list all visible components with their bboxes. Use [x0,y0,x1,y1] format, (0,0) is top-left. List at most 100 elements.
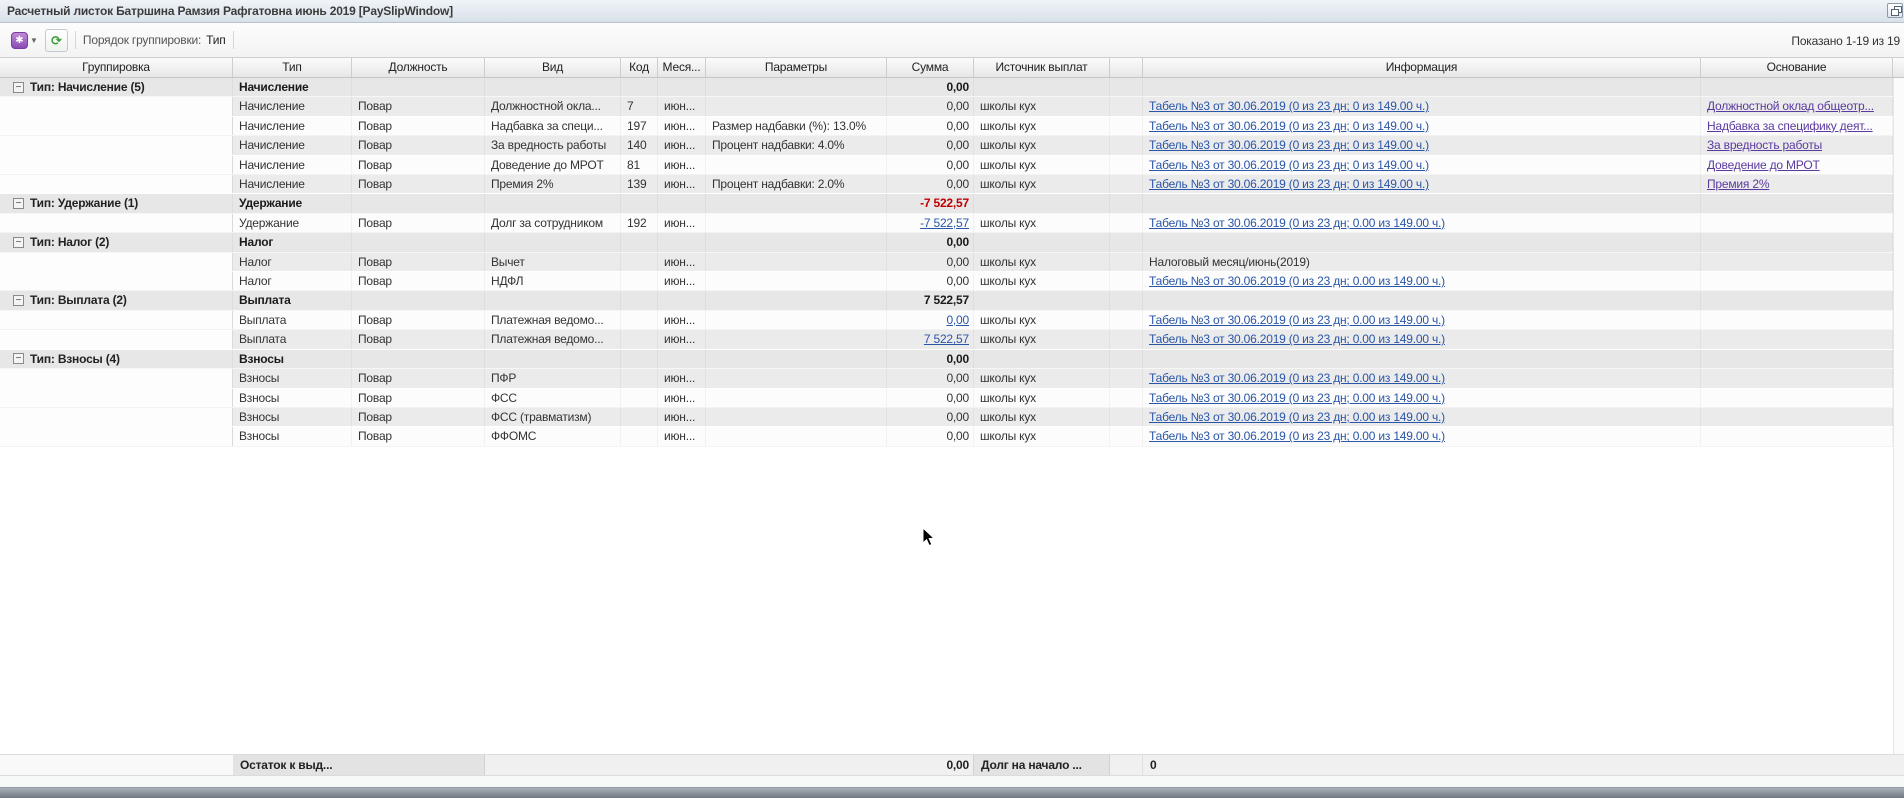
info-cell: Табель №3 от 30.06.2019 (0 из 23 дн; 0 и… [1143,155,1701,175]
code-cell [621,310,658,330]
sum-cell: 0,00 [887,427,974,446]
collapse-minus-icon[interactable]: − [13,295,24,307]
actions-menu-button[interactable]: ✱ ▼ [8,29,41,51]
empty-cell [658,78,706,97]
table-row[interactable]: Начисление Повар Премия 2% 139 июн... Процент… [0,175,1893,195]
column-header-12[interactable]: Основание [1701,58,1893,77]
collapse-minus-icon[interactable]: − [13,81,24,93]
collapse-minus-icon[interactable]: − [13,353,24,365]
column-header-9[interactable]: Источник выплат [974,58,1110,77]
position-cell: Повар [352,272,485,291]
summary-bar: Остаток к выд... 0,00 Долг на начало ...… [0,754,1904,776]
spacer-cell [1110,116,1143,136]
table-row[interactable]: Удержание Повар Долг за сотрудником 192 июн.… [0,213,1893,234]
parameters-cell [706,407,887,427]
basis-link[interactable]: Премия 2% [1707,177,1770,191]
payment-source-cell: школы кух [974,97,1110,116]
grouping-cell [0,175,233,194]
refresh-button[interactable]: ⟳ [44,28,68,52]
table-row[interactable]: Взносы Повар ФСС июн... 0,00 школы кух Табель … [0,388,1893,408]
summary-spacer [485,755,887,775]
collapse-minus-icon[interactable]: − [13,198,24,210]
table-row[interactable]: Налог Повар Вычет июн... 0,00 школы кух Налого… [0,252,1893,273]
table-row[interactable]: Взносы Повар ФФОМС июн... 0,00 школы кух Табел… [0,427,1893,447]
empty-cell [485,78,621,97]
parameters-cell [706,330,887,349]
column-header-8[interactable]: Сумма [887,58,974,77]
timesheet-link[interactable]: Табель №3 от 30.06.2019 (0 из 23 дн; 0.0… [1149,313,1445,327]
table-row[interactable]: Начисление Повар Должностной окла... 7 июн..… [0,97,1893,117]
basis-link[interactable]: За вредность работы [1707,138,1822,152]
month-cell: июн... [658,427,706,446]
timesheet-link[interactable]: Табель №3 от 30.06.2019 (0 из 23 дн; 0.0… [1149,216,1445,230]
table-row[interactable]: Выплата Повар Платежная ведомо... июн... 0,0… [0,310,1893,331]
kind-cell: Должностной окла... [485,97,621,116]
timesheet-link[interactable]: Табель №3 от 30.06.2019 (0 из 23 дн; 0 и… [1149,138,1429,152]
table-row[interactable]: Начисление Повар Доведение до МРОТ 81 июн...… [0,155,1893,176]
table-row[interactable]: Выплата Повар Платежная ведомо... июн... 7 5… [0,330,1893,350]
group-row[interactable]: − Тип: Выплата (2) Выплата 7 522,57 [0,291,1893,311]
column-header-3[interactable]: Должность [352,58,485,77]
parameters-cell [706,97,887,116]
column-header-5[interactable]: Код [621,58,658,77]
scrollbar-track[interactable] [1893,78,1904,754]
timesheet-link[interactable]: Табель №3 от 30.06.2019 (0 из 23 дн; 0.0… [1149,371,1445,385]
info-cell: Табель №3 от 30.06.2019 (0 из 23 дн; 0.0… [1143,407,1701,427]
timesheet-link[interactable]: Табель №3 от 30.06.2019 (0 из 23 дн; 0 и… [1149,158,1429,172]
timesheet-link[interactable]: Табель №3 от 30.06.2019 (0 из 23 дн; 0.0… [1149,429,1445,443]
basis-link[interactable]: Надбавка за специфику деят... [1707,119,1873,133]
sum-link[interactable]: -7 522,57 [920,216,969,230]
column-header-1[interactable]: Группировка [0,58,233,77]
timesheet-link[interactable]: Табель №3 от 30.06.2019 (0 из 23 дн; 0.0… [1149,410,1445,424]
group-row[interactable]: − Тип: Начисление (5) Начисление 0,00 [0,78,1893,98]
timesheet-link[interactable]: Табель №3 от 30.06.2019 (0 из 23 дн; 0 и… [1149,119,1429,133]
basis-cell [1701,213,1893,233]
basis-cell [1701,272,1893,291]
grouping-cell: − Тип: Налог (2) [0,233,233,252]
group-row[interactable]: − Тип: Взносы (4) Взносы 0,00 [0,349,1893,370]
group-type-cell: Налог [233,233,352,252]
summary-gap [1110,755,1143,775]
sum-link[interactable]: 0,00 [946,313,969,327]
payment-source-cell: школы кух [974,213,1110,233]
info-cell: Табель №3 от 30.06.2019 (0 из 23 дн; 0 и… [1143,136,1701,155]
column-header-6[interactable]: Меся... [658,58,706,77]
basis-link[interactable]: Доведение до МРОТ [1707,158,1820,172]
column-header-2[interactable]: Тип [233,58,352,77]
empty-cell [1143,291,1701,310]
column-header-11[interactable]: Информация [1143,58,1701,77]
column-header-7[interactable]: Параметры [706,58,887,77]
timesheet-link[interactable]: Табель №3 от 30.06.2019 (0 из 23 дн; 0.0… [1149,274,1445,288]
grouping-cell [0,252,233,272]
timesheet-link[interactable]: Табель №3 от 30.06.2019 (0 из 23 дн; 0 и… [1149,99,1429,113]
table-row[interactable]: Налог Повар НДФЛ июн... 0,00 школы кух Табель … [0,272,1893,292]
timesheet-link[interactable]: Табель №3 от 30.06.2019 (0 из 23 дн; 0.0… [1149,332,1445,346]
type-cell: Начисление [233,175,352,194]
table-row[interactable]: Взносы Повар ПФР июн... 0,00 школы кух Табель … [0,369,1893,389]
collapse-minus-icon[interactable]: − [13,236,24,248]
column-header-spacer[interactable] [1110,58,1143,77]
table-row[interactable]: Взносы Повар ФСС (травматизм) июн... 0,00 шко… [0,407,1893,428]
timesheet-link[interactable]: Табель №3 от 30.06.2019 (0 из 23 дн; 0.0… [1149,391,1445,405]
grouping-cell: − Тип: Взносы (4) [0,349,233,369]
column-header-4[interactable]: Вид [485,58,621,77]
sum-link[interactable]: 7 522,57 [924,332,969,346]
table-row[interactable]: Начисление Повар За вредность работы 140 июн… [0,136,1893,156]
payslip-window: Расчетный листок Батршина Рамзия Рафгато… [0,0,1904,798]
table-row[interactable]: Начисление Повар Надбавка за специ... 197 ию… [0,116,1893,137]
info-cell: Табель №3 от 30.06.2019 (0 из 23 дн; 0 и… [1143,116,1701,136]
timesheet-link[interactable]: Табель №3 от 30.06.2019 (0 из 23 дн; 0 и… [1149,177,1429,191]
spacer-cell [1110,252,1143,272]
kind-cell: За вредность работы [485,136,621,155]
restore-window-button[interactable] [1887,3,1903,18]
spacer-cell [1110,388,1143,407]
empty-cell [1110,349,1143,369]
toolbar: ✱ ▼ ⟳ Порядок группировки: Тип Показано … [0,23,1904,58]
group-row[interactable]: − Тип: Налог (2) Налог 0,00 [0,233,1893,253]
kind-cell: Вычет [485,252,621,272]
basis-cell [1701,427,1893,446]
empty-cell [658,291,706,310]
group-row[interactable]: − Тип: Удержание (1) Удержание -7 522,57 [0,194,1893,214]
empty-cell [974,349,1110,369]
basis-link[interactable]: Должностной оклад общеотр... [1707,99,1874,113]
